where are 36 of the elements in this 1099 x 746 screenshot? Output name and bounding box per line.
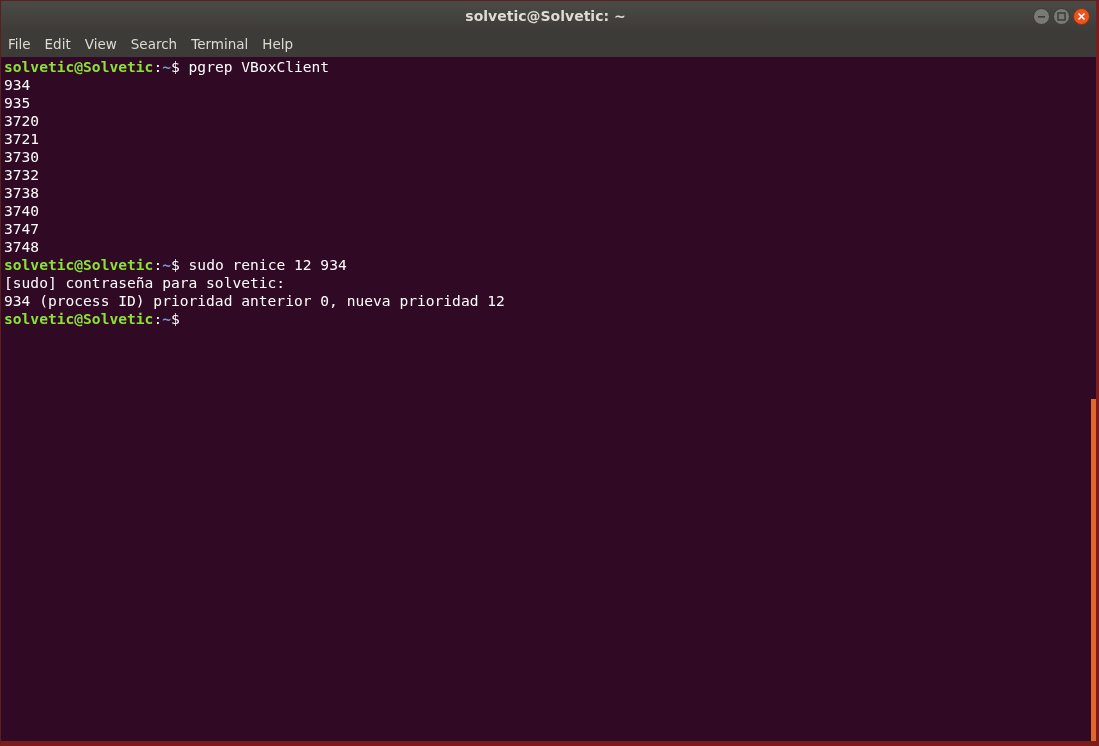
output-line: 934 xyxy=(4,76,31,93)
menu-item[interactable]: View xyxy=(84,34,117,54)
menu-item[interactable]: Search xyxy=(130,34,178,54)
prompt-path: ~ xyxy=(162,58,171,75)
prompt-separator: : xyxy=(153,256,163,273)
output-line: 3740 xyxy=(4,202,40,219)
prompt-separator: : xyxy=(153,58,163,75)
output-line: 3748 xyxy=(4,238,40,255)
command-text: sudo renice 12 934 xyxy=(188,256,347,273)
prompt-user: solvetic@Solvetic xyxy=(4,58,154,75)
prompt-symbol: $ xyxy=(170,58,180,75)
prompt-user: solvetic@Solvetic xyxy=(4,256,154,273)
prompt-path: ~ xyxy=(162,310,171,327)
menu-item[interactable]: Edit xyxy=(44,34,71,54)
menu-item[interactable]: Terminal xyxy=(191,34,249,54)
output-line: 3730 xyxy=(4,148,40,165)
output-line: 3732 xyxy=(4,166,40,183)
close-icon[interactable] xyxy=(1073,7,1090,25)
prompt-separator: : xyxy=(153,310,163,327)
scrollbar-thumb[interactable] xyxy=(1091,399,1096,741)
output-line: 934 (process ID) prioridad anterior 0, nueva prioridad 12 xyxy=(4,292,505,309)
prompt-user: solvetic@Solvetic xyxy=(4,310,154,327)
output-line: 3720 xyxy=(4,112,40,129)
prompt-symbol: $ xyxy=(170,310,180,327)
window-title: solvetic@Solvetic: ~ xyxy=(464,8,627,24)
command-text: pgrep VBoxClient xyxy=(188,58,330,75)
prompt-symbol: $ xyxy=(170,256,180,273)
output-line: 3721 xyxy=(4,130,40,147)
output-line: 935 xyxy=(4,94,31,111)
output-line: 3747 xyxy=(4,220,40,237)
minimize-icon[interactable] xyxy=(1033,7,1050,25)
prompt-path: ~ xyxy=(162,256,171,273)
output-line: 3738 xyxy=(4,184,40,201)
output-line: [sudo] contraseña para solvetic: xyxy=(4,274,286,291)
menu-item[interactable]: Help xyxy=(262,34,294,54)
menu-item[interactable]: File xyxy=(8,34,31,54)
